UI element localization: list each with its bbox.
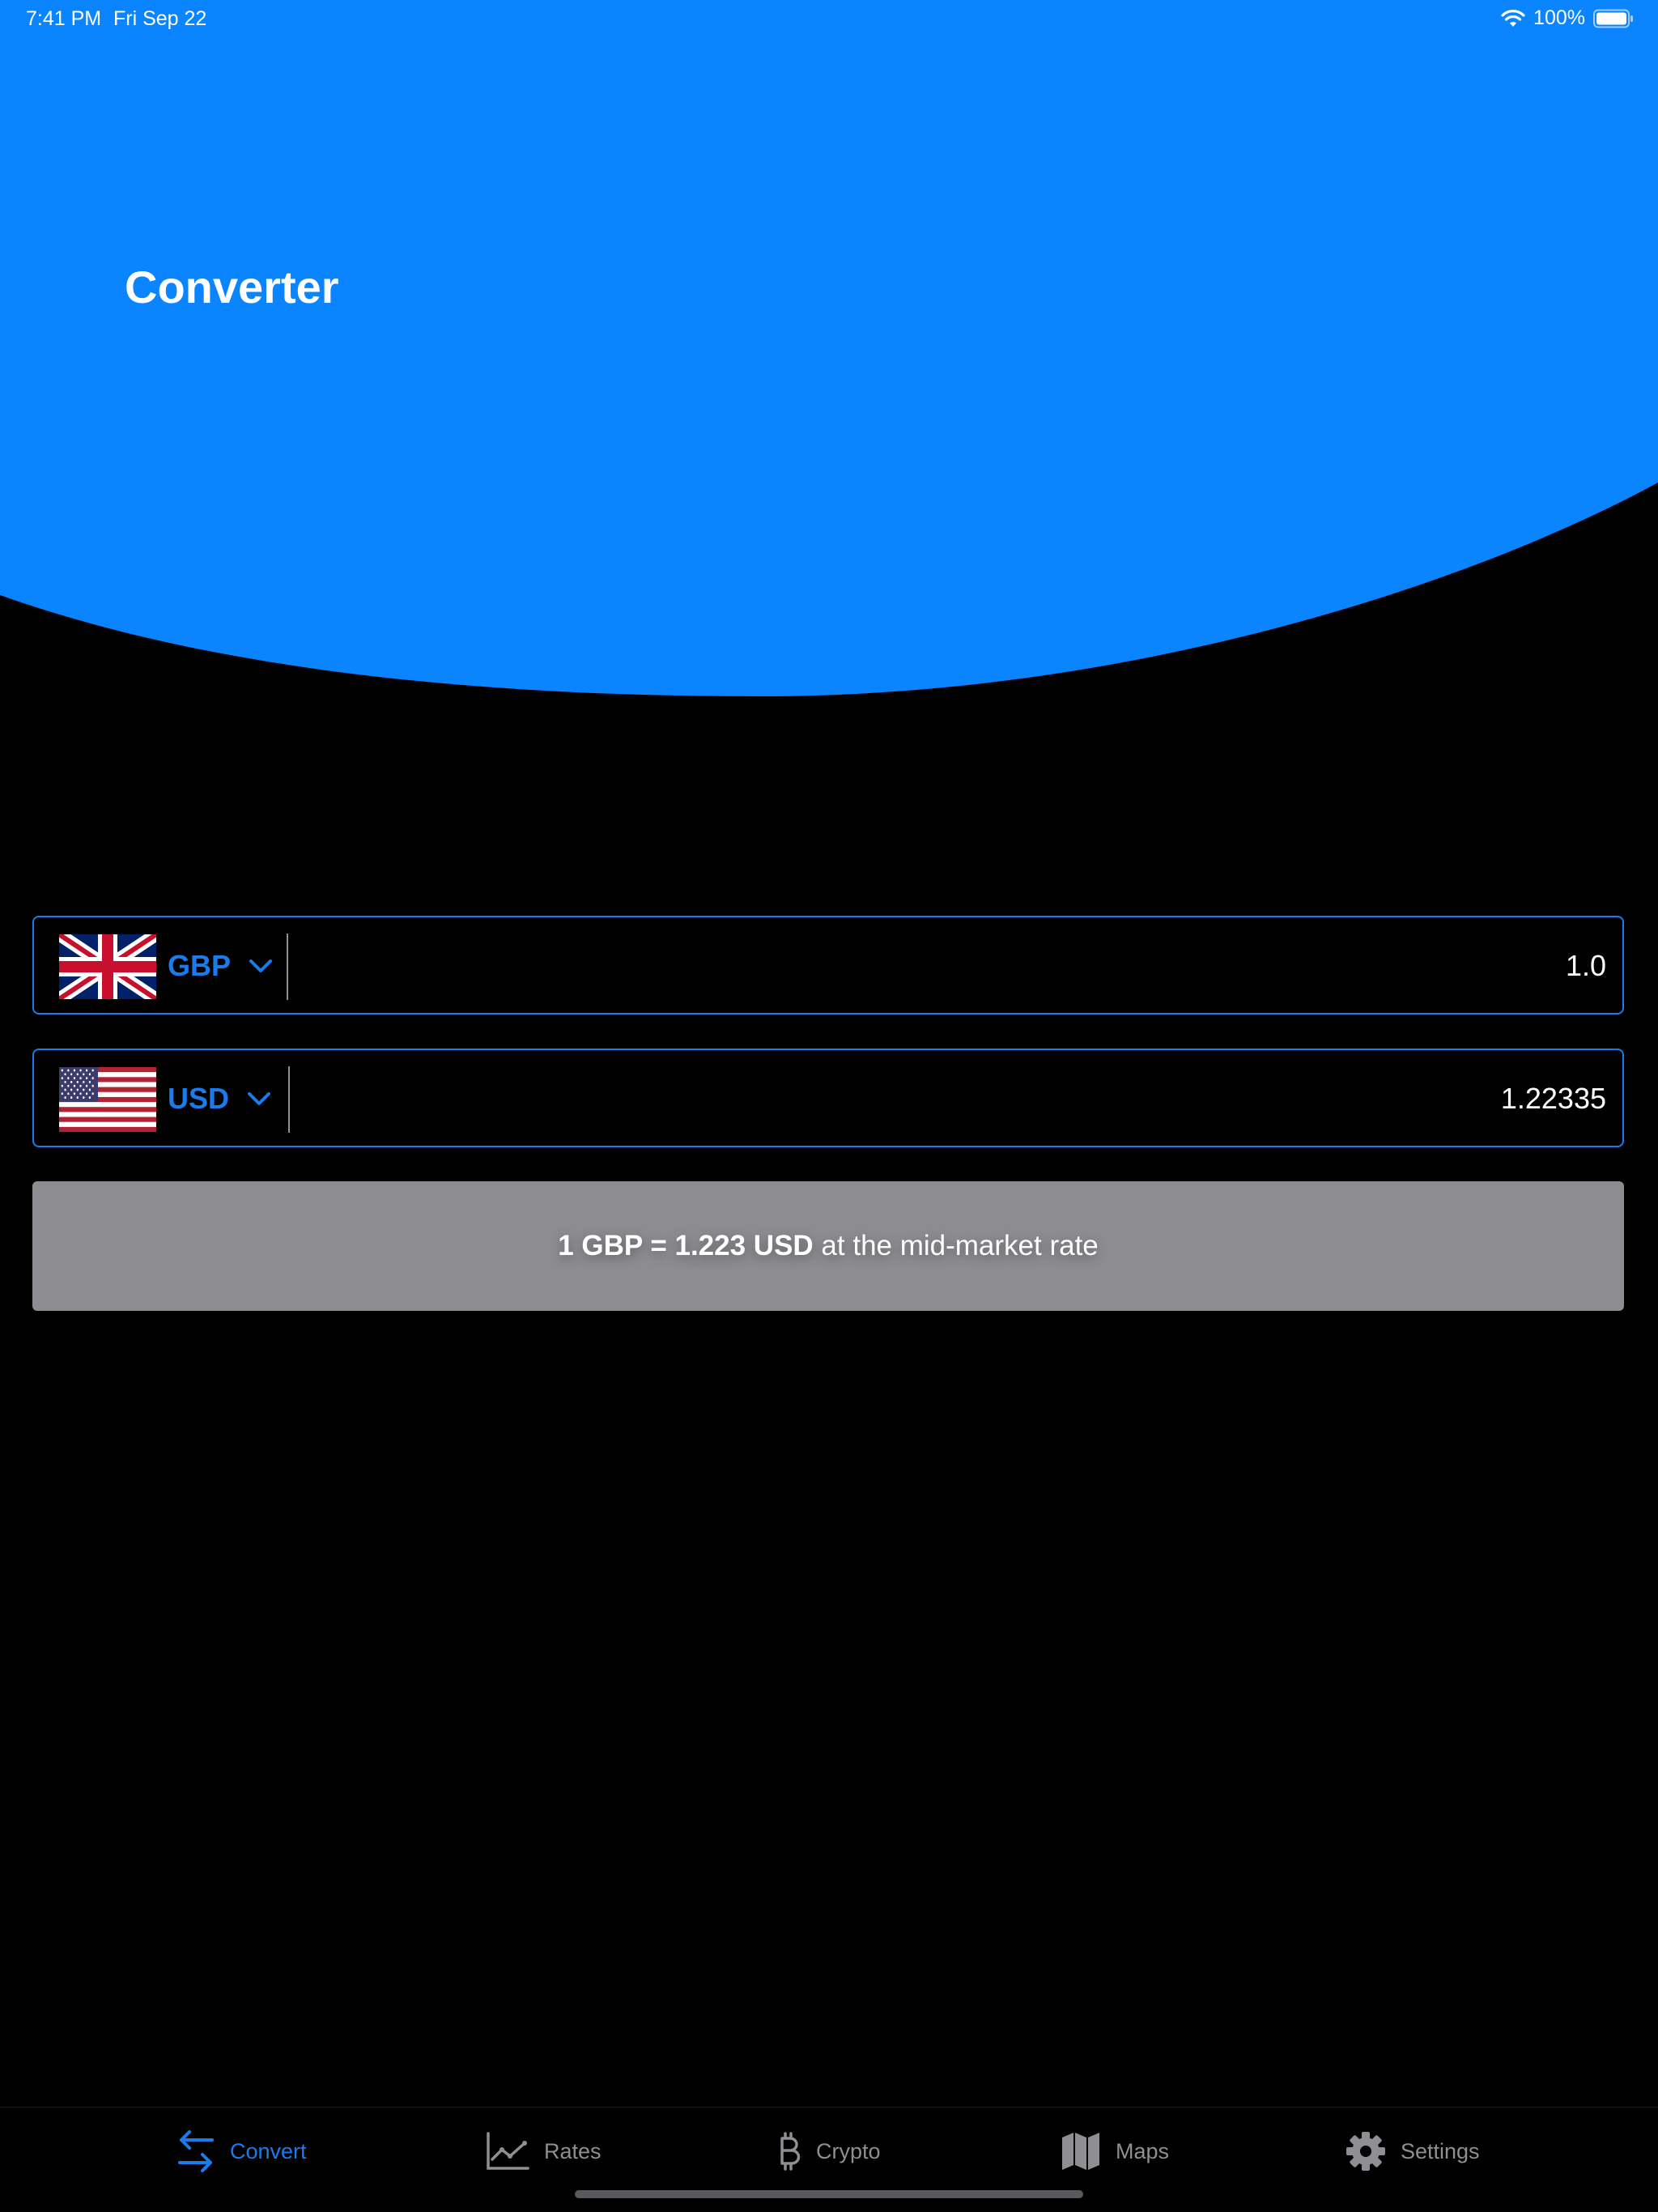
map-icon bbox=[1062, 2133, 1099, 2170]
battery-percent: 100% bbox=[1533, 6, 1585, 29]
line-chart-icon bbox=[487, 2132, 529, 2170]
header-background bbox=[0, 0, 1658, 696]
gear-icon bbox=[1346, 2132, 1385, 2171]
status-bar: 7:41 PM Fri Sep 22 100% bbox=[0, 0, 1658, 39]
home-indicator[interactable] bbox=[575, 2190, 1083, 2198]
uk-flag-icon bbox=[59, 934, 156, 999]
status-date: Fri Sep 22 bbox=[113, 7, 207, 30]
tab-maps[interactable]: Maps bbox=[1061, 2125, 1169, 2177]
rate-value: 1 GBP = 1.223 USD bbox=[558, 1230, 814, 1261]
exchange-rate-info: 1 GBP = 1.223 USD at the mid-market rate bbox=[32, 1181, 1624, 1311]
from-currency-row: GBP bbox=[32, 916, 1624, 1015]
chevron-down-icon bbox=[249, 959, 273, 972]
tab-settings-label: Settings bbox=[1401, 2138, 1480, 2163]
battery-icon bbox=[1593, 9, 1633, 28]
to-currency-selector[interactable]: USD bbox=[168, 1066, 271, 1131]
wifi-icon bbox=[1501, 9, 1525, 27]
tab-crypto[interactable]: Crypto bbox=[776, 2125, 881, 2177]
chevron-down-icon bbox=[248, 1092, 271, 1105]
status-right: 100% bbox=[1501, 6, 1634, 30]
row-divider bbox=[287, 934, 288, 1000]
tab-convert[interactable]: Convert bbox=[176, 2125, 307, 2177]
from-amount-input[interactable] bbox=[635, 934, 1606, 998]
converter-screen: 7:41 PM Fri Sep 22 100% Converter GBP 1.… bbox=[0, 0, 1658, 2212]
status-time: 7:41 PM bbox=[26, 7, 102, 30]
arrows-swap-icon bbox=[178, 2130, 214, 2172]
tab-rates-label: Rates bbox=[544, 2138, 602, 2163]
bitcoin-icon bbox=[780, 2132, 801, 2171]
to-currency-code: USD bbox=[168, 1082, 230, 1115]
tab-settings[interactable]: Settings bbox=[1346, 2125, 1480, 2177]
from-currency-code: GBP bbox=[168, 949, 232, 982]
tab-crypto-label: Crypto bbox=[816, 2138, 881, 2163]
row-divider bbox=[288, 1066, 290, 1133]
tab-maps-label: Maps bbox=[1116, 2138, 1170, 2163]
from-currency-selector[interactable]: GBP bbox=[168, 934, 273, 998]
us-flag-icon bbox=[59, 1067, 156, 1132]
rate-text: 1 GBP = 1.223 USD at the mid-market rate bbox=[558, 1230, 1099, 1262]
tab-rates[interactable]: Rates bbox=[486, 2125, 602, 2177]
tab-convert-label: Convert bbox=[230, 2138, 307, 2163]
to-currency-row: USD bbox=[32, 1049, 1624, 1147]
page-title: Converter bbox=[125, 262, 339, 313]
rate-suffix: at the mid-market rate bbox=[813, 1230, 1099, 1261]
to-amount-input[interactable] bbox=[635, 1066, 1606, 1131]
